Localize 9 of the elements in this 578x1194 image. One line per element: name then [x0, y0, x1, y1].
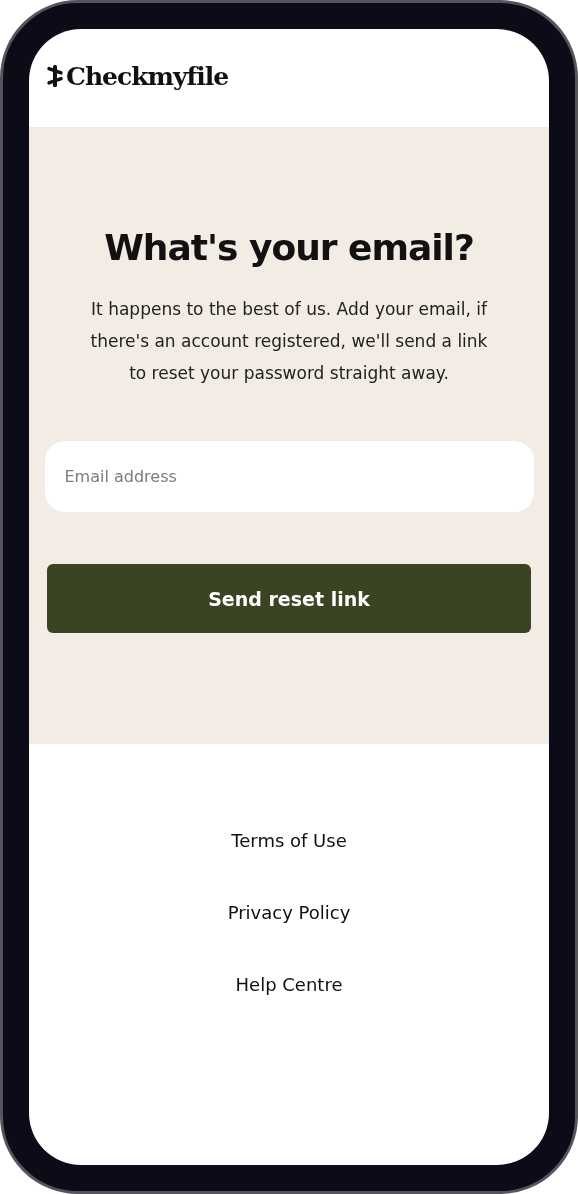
- page-heading: What's your email?: [104, 226, 474, 270]
- send-reset-link-button[interactable]: Send reset link: [47, 564, 531, 633]
- footer-link[interactable]: Terms of Use: [231, 829, 347, 853]
- footer-link[interactable]: Privacy Policy: [227, 901, 351, 925]
- intro-text: It happens to the best of us. Add your email, if there's an account registered, we'll send a link to reset your password straight away.: [89, 298, 489, 385]
- email-field[interactable]: Email address: [44, 441, 534, 512]
- footer-link[interactable]: Help Centre: [235, 973, 343, 997]
- logo-icon: [46, 64, 64, 88]
- logo: Checkmyfile: [66, 61, 229, 91]
